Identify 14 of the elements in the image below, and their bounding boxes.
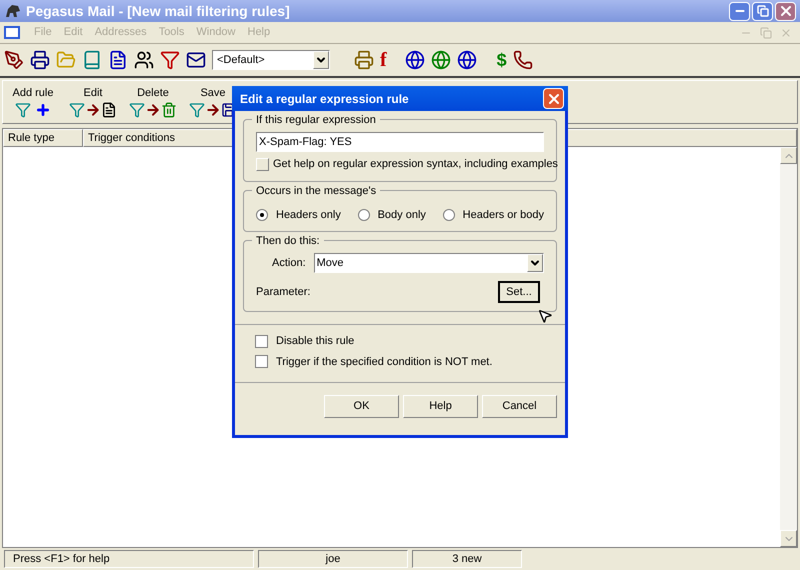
radio-label: Body only [378,208,426,222]
checkbox-label: Trigger if the specified condition is NOT met. [276,354,492,370]
action-label: Action: [272,256,306,271]
checkbox-label: Disable this rule [276,334,354,349]
status-panel: Press <F1> for help [4,550,254,568]
radio-label: Headers only [276,208,341,222]
parameter-label: Parameter: [256,284,310,300]
help-label: Get help on regular expression syntax, including examples [273,157,558,172]
window-title: Pegasus Mail - [New mail filtering rules] [26,2,290,21]
group-label: If this regular expression [252,112,380,128]
status-panel: joe [258,550,408,568]
radio-label: Headers or body [462,208,544,222]
dialog-title: Edit a regular expression rule [239,90,409,108]
status-panel: 3 new [412,550,522,568]
